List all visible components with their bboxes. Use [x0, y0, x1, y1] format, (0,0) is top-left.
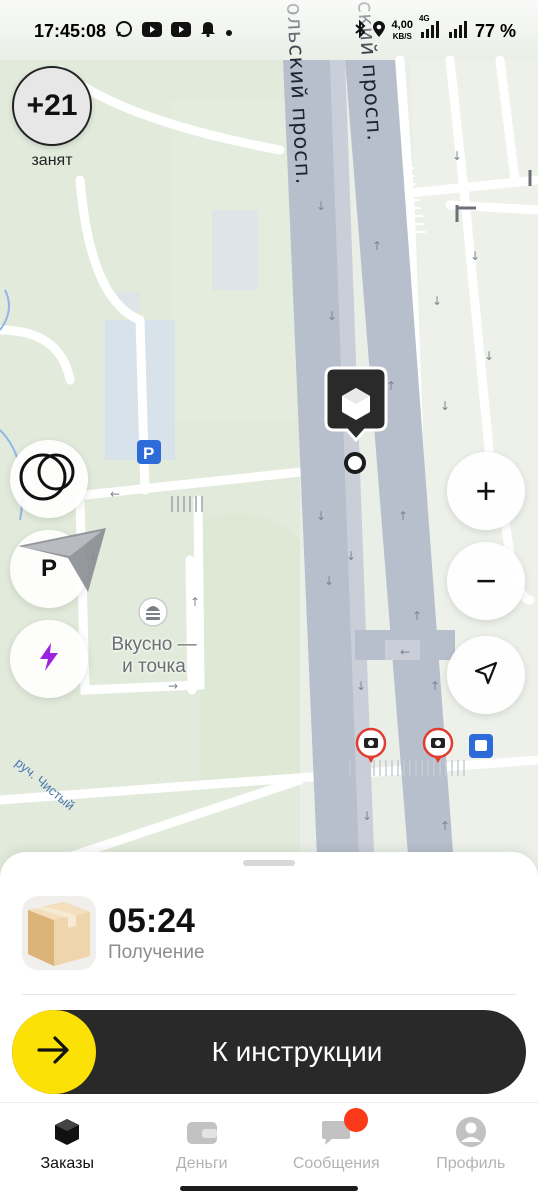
svg-text:↑: ↑ [440, 819, 450, 833]
sheet-grabber[interactable] [243, 860, 295, 866]
tab-profile[interactable]: Профиль [404, 1103, 538, 1200]
svg-text:↑: ↑ [372, 239, 382, 253]
net-speed: 4,00 KB/S [391, 19, 413, 42]
svg-text:↑: ↑ [386, 379, 396, 393]
location-arrow-icon [473, 660, 499, 691]
svg-text:↓: ↓ [432, 294, 442, 308]
svg-text:↓: ↓ [316, 509, 326, 523]
svg-text:P: P [143, 444, 154, 463]
svg-text:↓: ↓ [484, 349, 494, 363]
status-bar: 17:45:08 4,00 KB/S 4G 77 % [0, 0, 538, 62]
poi-label[interactable]: Вкусно — и точка [104, 634, 204, 678]
svg-text:↓: ↓ [327, 309, 337, 323]
svg-text:↓: ↓ [452, 149, 462, 163]
bell-icon [200, 20, 216, 42]
zoom-in-button[interactable]: + [447, 452, 525, 530]
youtube-icon [171, 21, 192, 42]
minus-icon: − [475, 560, 497, 601]
tab-label: Деньги [175, 1155, 228, 1172]
svg-text:↑: ↑ [412, 609, 422, 623]
parcel-icon [22, 896, 96, 970]
slider-knob[interactable] [12, 1010, 96, 1094]
tab-label: Сообщения [292, 1155, 380, 1172]
profile-icon [454, 1115, 488, 1149]
layers-button[interactable] [10, 440, 88, 518]
svg-text:↓: ↓ [356, 679, 366, 693]
bluetooth-icon [354, 19, 366, 43]
lightning-icon [38, 642, 60, 676]
plus-icon: + [475, 470, 497, 511]
whatsapp-icon [115, 20, 133, 43]
svg-text:←: ← [400, 645, 410, 659]
orders-box-icon [50, 1115, 84, 1149]
svg-text:↑: ↑ [190, 595, 200, 609]
svg-text:↓: ↓ [316, 199, 326, 213]
svg-text:↓: ↓ [324, 574, 334, 588]
my-location-button[interactable] [447, 636, 525, 714]
pickup-status: Получение [108, 942, 205, 963]
tab-label: Заказы [40, 1155, 94, 1172]
svg-text:→: → [168, 679, 178, 693]
tab-label: Профиль [436, 1155, 506, 1172]
navigation-arrow-icon [18, 528, 108, 603]
busy-counter[interactable]: +21 занят [12, 66, 92, 170]
sheet-divider [22, 994, 516, 995]
unread-badge [344, 1108, 368, 1132]
status-time: 17:45:08 [34, 20, 107, 41]
signal-icon: 4G [419, 14, 441, 43]
wallet-icon [185, 1115, 219, 1149]
svg-text:↓: ↓ [346, 549, 356, 563]
zoom-out-button[interactable]: − [447, 542, 525, 620]
battery-level: 77 % [474, 20, 516, 41]
signal-icon-2 [447, 20, 469, 43]
layers-icon [18, 450, 80, 509]
busy-count[interactable]: +21 [12, 66, 92, 146]
dot-icon [225, 21, 233, 42]
svg-text:↓: ↓ [470, 249, 480, 263]
pickup-timer: 05:24 [108, 902, 195, 940]
busy-label: занят [31, 152, 73, 169]
svg-text:↑: ↑ [430, 679, 440, 693]
home-indicator[interactable] [180, 1186, 358, 1191]
svg-text:↓: ↓ [440, 399, 450, 413]
svg-text:←: ← [110, 487, 120, 501]
youtube-icon [142, 21, 163, 42]
svg-text:↑: ↑ [398, 509, 408, 523]
location-icon [372, 20, 386, 43]
arrow-right-icon [37, 1035, 71, 1069]
instructions-slider-button[interactable]: К инструкции [12, 1010, 526, 1094]
boost-button[interactable] [10, 620, 88, 698]
tab-orders[interactable]: Заказы [0, 1103, 135, 1200]
svg-text:↓: ↓ [362, 809, 372, 823]
